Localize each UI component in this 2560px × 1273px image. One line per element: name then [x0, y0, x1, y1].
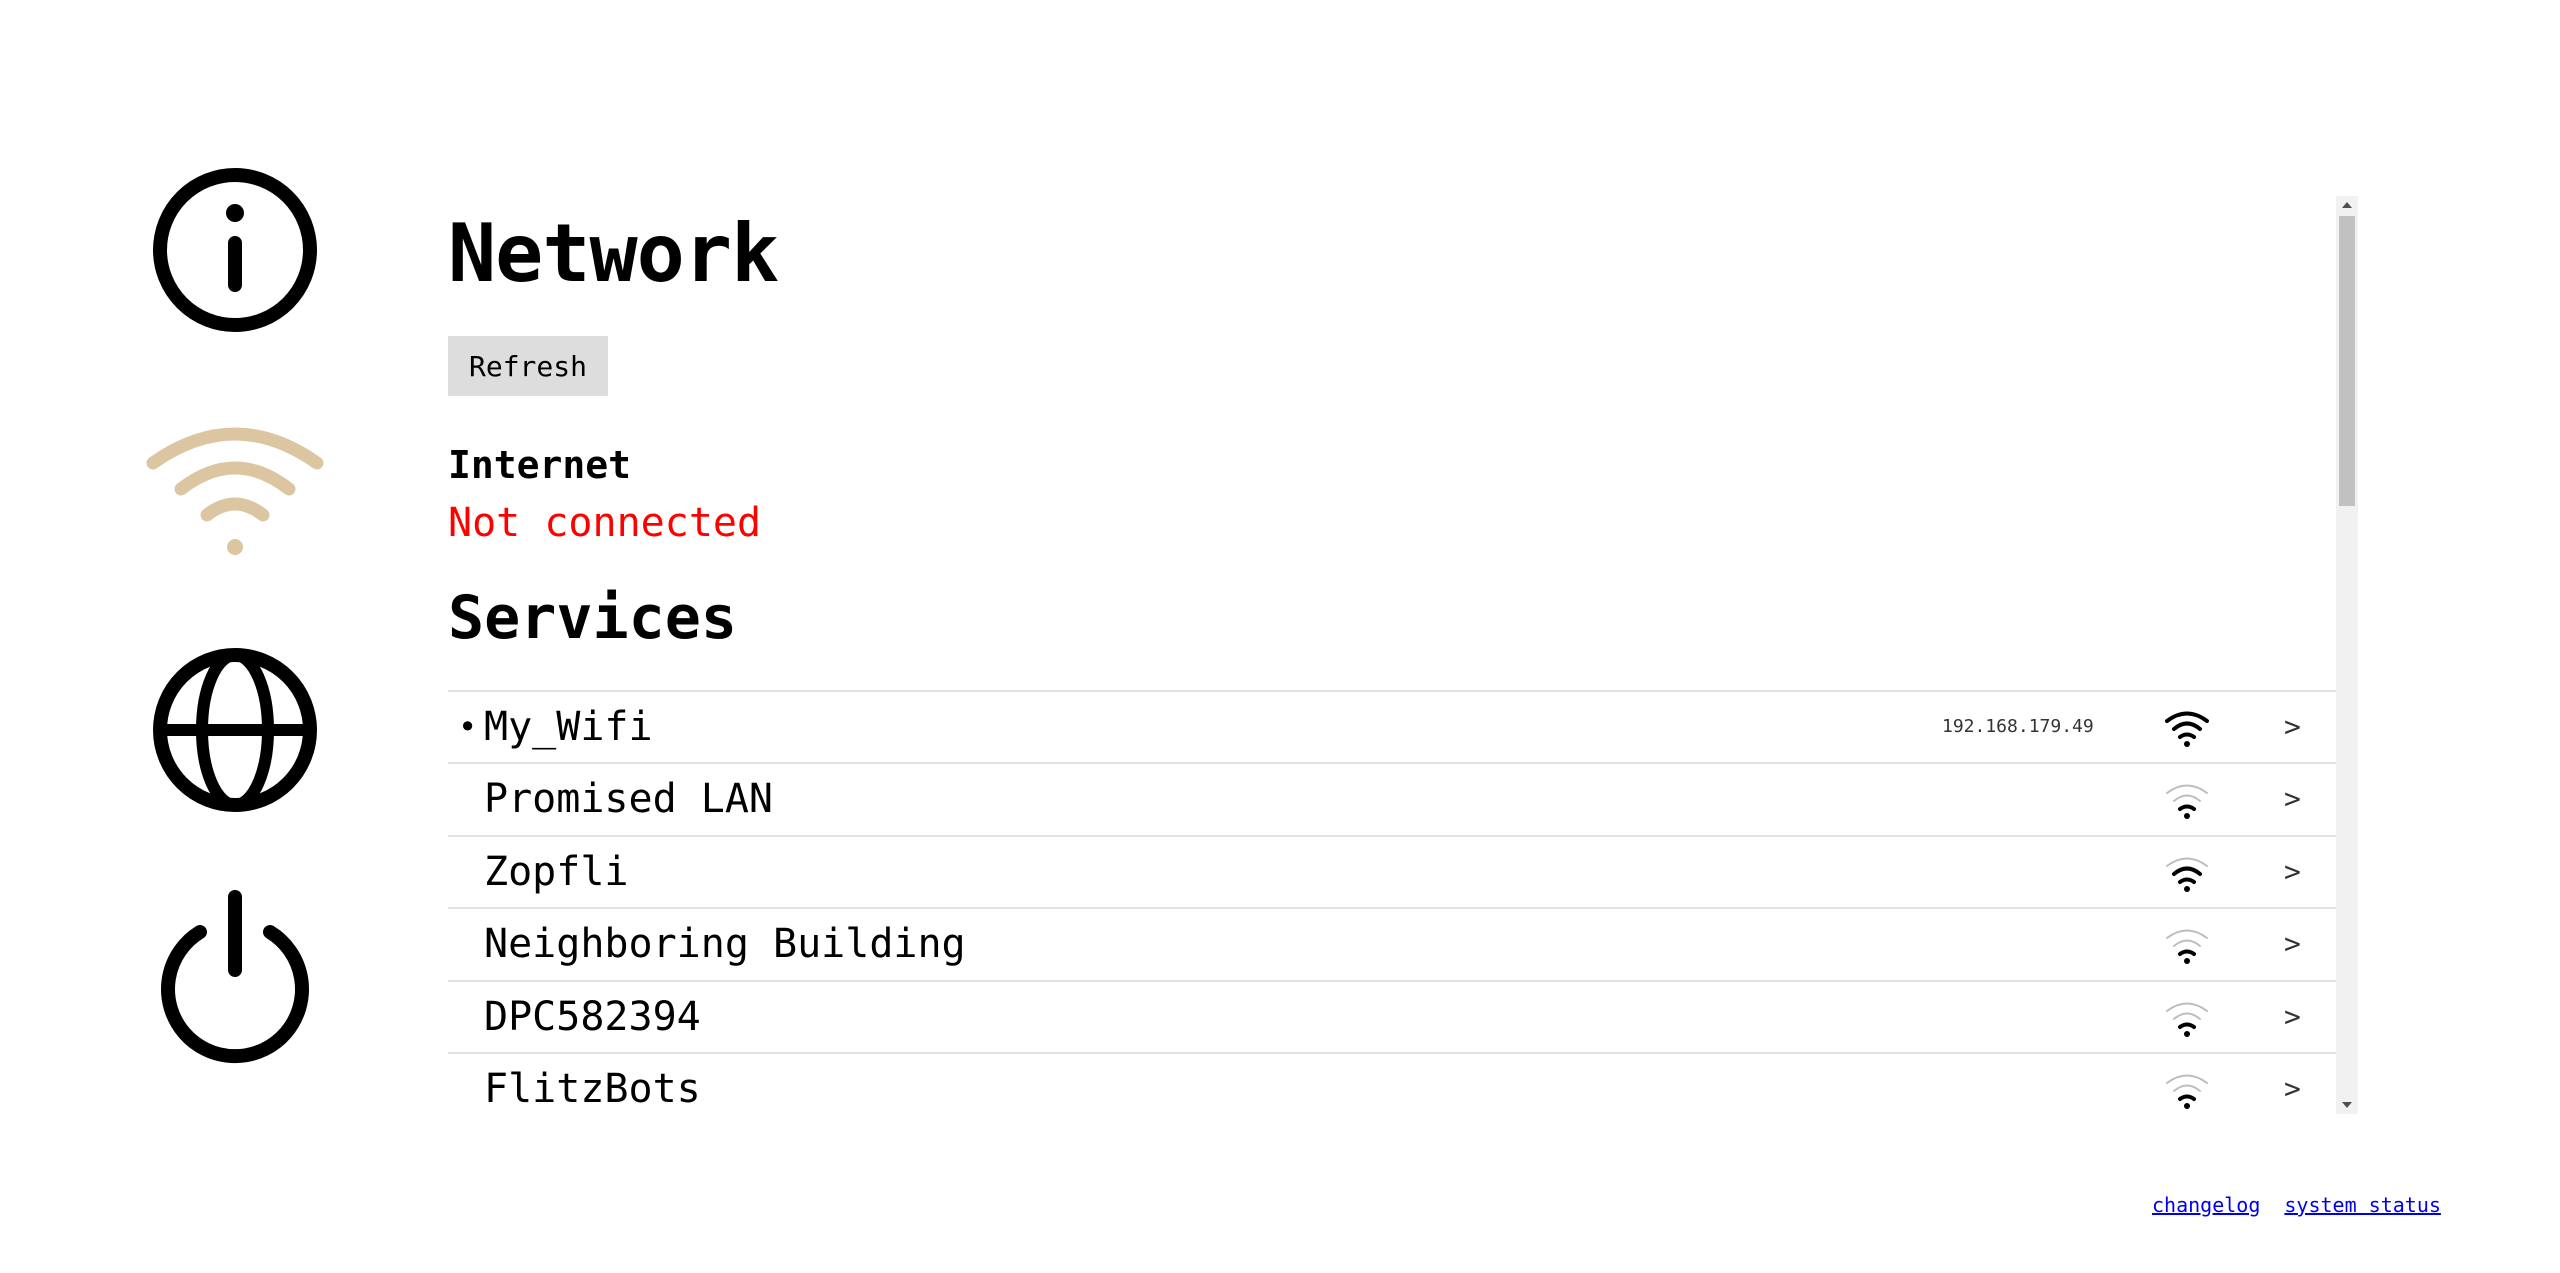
service-name: Zopfli	[484, 848, 629, 895]
service-row[interactable]: Zopfli >	[448, 837, 2336, 910]
nav-item-wifi[interactable]	[140, 425, 330, 565]
signal-arc	[2166, 929, 2208, 940]
signal-arc	[2172, 721, 2202, 731]
globe-icon	[153, 648, 317, 812]
signal-strong-icon	[2165, 711, 2209, 747]
signal-weak-icon	[2166, 929, 2208, 965]
scroll-down-arrow-icon[interactable]	[2336, 1096, 2358, 1114]
signal-arc	[2178, 1094, 2196, 1101]
scroll-up-arrow-icon[interactable]	[2336, 196, 2358, 214]
signal-arc	[2173, 1084, 2201, 1092]
nav-item-globe[interactable]	[140, 645, 330, 815]
service-row[interactable]: Neighboring Building >	[448, 909, 2336, 982]
signal-arc	[2178, 732, 2196, 739]
scrollbar-thumb[interactable]	[2339, 216, 2355, 506]
internet-label: Internet	[448, 443, 632, 487]
power-icon	[161, 890, 309, 1064]
signal-arc	[2178, 1022, 2196, 1029]
service-name: Promised LAN	[484, 776, 773, 823]
signal-arc	[2166, 1002, 2208, 1012]
service-name: FlitzBots	[484, 1065, 701, 1112]
footer: changelog system status	[2152, 1193, 2441, 1217]
page: Network Refresh Internet Not connected S…	[0, 0, 2560, 1273]
wifi-icon	[146, 427, 324, 555]
signal-weak-icon	[2166, 1002, 2208, 1037]
connected-bullet: •	[458, 708, 478, 746]
signal-dot	[2184, 1102, 2190, 1109]
changelog-link[interactable]: changelog	[2152, 1193, 2260, 1217]
signal-arc	[2166, 784, 2208, 795]
chevron-right-icon[interactable]: >	[2284, 909, 2301, 979]
signal-dot	[2184, 741, 2190, 747]
signal-arc	[2165, 711, 2209, 723]
page-title: Network	[448, 207, 779, 300]
signal-medium-icon	[2166, 857, 2208, 892]
signal-weak-icon	[2166, 784, 2208, 820]
signal-arc	[2173, 794, 2201, 803]
nav-item-info[interactable]	[140, 165, 330, 335]
signal-arc	[2172, 866, 2202, 876]
signal-dot	[2184, 813, 2190, 820]
services-title: Services	[448, 583, 737, 653]
internet-status: Not connected	[448, 500, 762, 546]
signal-dot	[2184, 885, 2190, 892]
signal-arc	[2178, 949, 2196, 957]
signal-arc	[2166, 857, 2208, 867]
signal-arc	[2166, 1074, 2208, 1084]
chevron-right-icon[interactable]: >	[2284, 692, 2301, 762]
service-name: My_Wifi	[484, 704, 653, 750]
info-icon	[153, 168, 317, 332]
signal-arc	[2173, 939, 2201, 948]
service-row[interactable]: DPC582394 >	[448, 982, 2336, 1054]
chevron-right-icon[interactable]: >	[2284, 982, 2301, 1052]
service-row[interactable]: • My_Wifi 192.168.179.49 >	[448, 692, 2336, 765]
service-row[interactable]: FlitzBots >	[448, 1054, 2336, 1114]
main-panel[interactable]: Network Refresh Internet Not connected S…	[448, 196, 2360, 1114]
signal-arc	[2173, 1012, 2201, 1020]
nav-item-power[interactable]	[140, 885, 330, 1065]
vertical-scrollbar[interactable]	[2336, 196, 2358, 1114]
signal-dot	[2184, 1030, 2190, 1037]
service-list: • My_Wifi 192.168.179.49 > Promised LAN …	[448, 690, 2336, 1114]
signal-weak-icon	[2166, 1074, 2208, 1109]
service-row[interactable]: Promised LAN >	[448, 764, 2336, 837]
service-ip: 192.168.179.49	[1942, 716, 2094, 737]
service-name: DPC582394	[484, 993, 701, 1040]
service-name: Neighboring Building	[484, 921, 966, 968]
signal-arc	[2178, 877, 2196, 884]
chevron-right-icon[interactable]: >	[2284, 764, 2301, 834]
signal-arc	[2178, 804, 2196, 812]
refresh-button[interactable]: Refresh	[448, 336, 608, 396]
system-status-link[interactable]: system status	[2284, 1193, 2441, 1217]
chevron-right-icon[interactable]: >	[2284, 1054, 2301, 1114]
signal-dot	[2184, 958, 2190, 965]
chevron-right-icon[interactable]: >	[2284, 837, 2301, 907]
